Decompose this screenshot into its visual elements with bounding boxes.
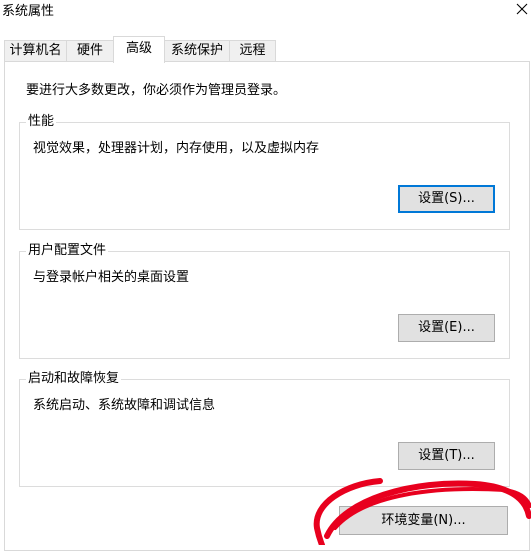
user-profiles-group: 用户配置文件 与登录帐户相关的桌面设置 设置(E)... [19, 242, 510, 359]
performance-settings-button[interactable]: 设置(S)... [398, 185, 495, 213]
performance-description: 视觉效果，处理器计划，内存使用，以及虚拟内存 [33, 141, 320, 156]
user-profiles-description: 与登录帐户相关的桌面设置 [33, 270, 190, 285]
performance-group-label: 性能 [26, 113, 57, 131]
tab-computer-name[interactable]: 计算机名 [4, 40, 67, 61]
startup-recovery-description: 系统启动、系统故障和调试信息 [33, 398, 216, 413]
tab-strip: 计算机名 硬件 高级 系统保护 远程 [0, 36, 531, 63]
tab-system-protection[interactable]: 系统保护 [164, 40, 230, 61]
user-profiles-group-label: 用户配置文件 [26, 242, 109, 260]
environment-variables-button[interactable]: 环境变量(N)... [339, 506, 508, 535]
user-profiles-settings-button[interactable]: 设置(E)... [398, 314, 495, 342]
startup-recovery-group-label: 启动和故障恢复 [26, 370, 122, 388]
close-button[interactable] [509, 0, 531, 22]
tab-advanced[interactable]: 高级 [113, 36, 165, 63]
startup-recovery-settings-button[interactable]: 设置(T)... [398, 442, 495, 470]
close-icon [516, 3, 528, 15]
startup-recovery-group: 启动和故障恢复 系统启动、系统故障和调试信息 设置(T)... [19, 370, 510, 487]
title-bar: 系统属性 [0, 0, 531, 28]
tab-remote[interactable]: 远程 [229, 40, 276, 61]
tab-hardware[interactable]: 硬件 [66, 40, 114, 61]
performance-group: 性能 视觉效果，处理器计划，内存使用，以及虚拟内存 设置(S)... [19, 113, 510, 230]
system-properties-window: 系统属性 计算机名 硬件 高级 系统保护 远程 要进行大多数更改，你必须作为管理… [0, 0, 531, 551]
admin-notice: 要进行大多数更改，你必须作为管理员登录。 [26, 83, 287, 98]
window-title: 系统属性 [2, 4, 55, 19]
